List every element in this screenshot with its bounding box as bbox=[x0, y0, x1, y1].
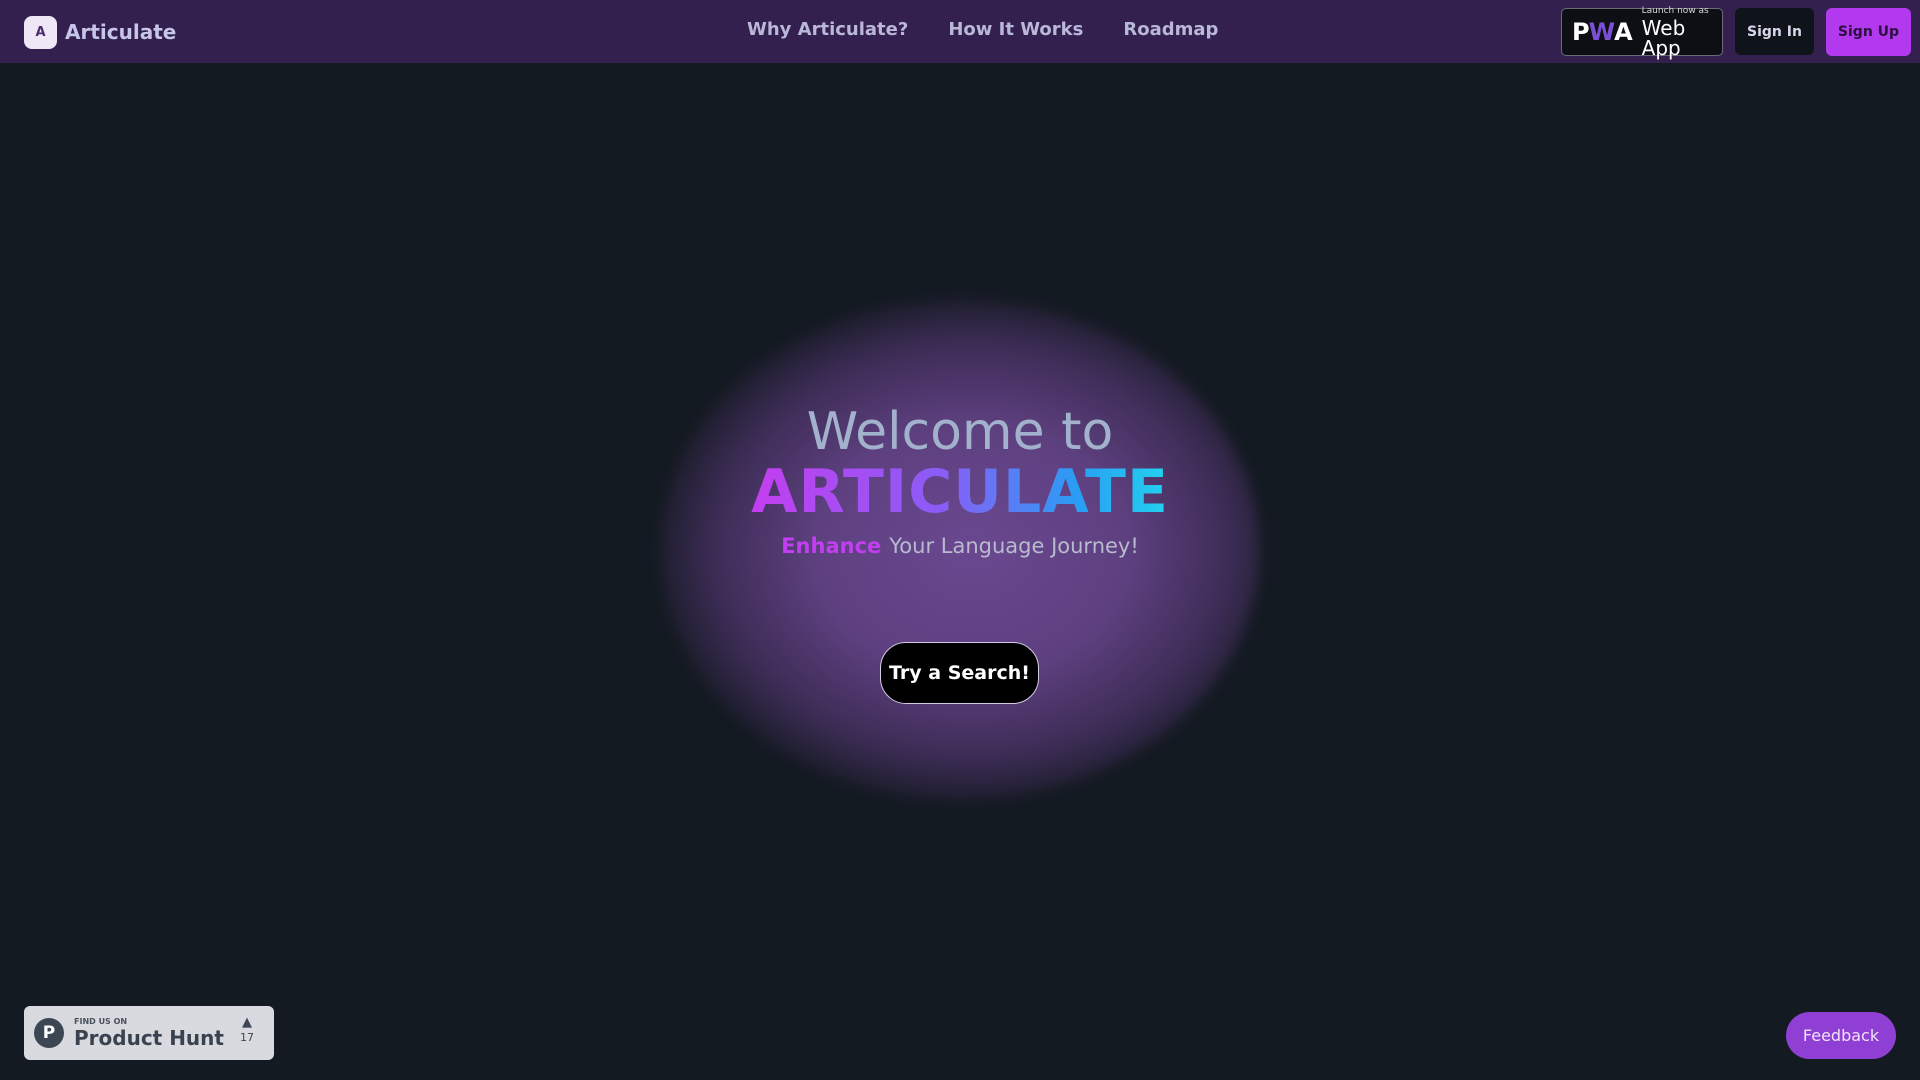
upvote-arrow-icon: ▲ bbox=[242, 1015, 252, 1030]
hero-title-gradient-text: ARTICULATE bbox=[751, 457, 1169, 527]
product-hunt-big-text: Product Hunt bbox=[74, 1026, 224, 1050]
product-hunt-small-text: FIND US ON bbox=[74, 1017, 128, 1026]
pwa-logo-icon: P W A bbox=[1572, 18, 1633, 46]
pwa-small-text: Launch now as bbox=[1641, 5, 1709, 16]
feedback-button[interactable]: Feedback bbox=[1786, 1012, 1896, 1059]
main-nav: Why Articulate? How It Works Roadmap bbox=[747, 19, 1218, 40]
hero-subtitle: Enhance Your Language Journey! bbox=[0, 536, 1920, 557]
product-hunt-badge[interactable]: P FIND US ON Product Hunt ▲ 17 bbox=[24, 1006, 274, 1060]
top-navbar: A Articulate Why Articulate? How It Work… bbox=[0, 0, 1920, 63]
nav-roadmap[interactable]: Roadmap bbox=[1123, 19, 1218, 40]
hero-subtitle-rest: Your Language Journey! bbox=[889, 534, 1139, 558]
product-hunt-votes: ▲ 17 bbox=[240, 1016, 254, 1043]
hero-subtitle-accent: Enhance bbox=[781, 534, 882, 558]
pwa-logo-w: W bbox=[1588, 18, 1616, 46]
upvote-count: 17 bbox=[240, 1031, 254, 1044]
sign-in-button[interactable]: Sign In bbox=[1735, 8, 1814, 55]
pwa-logo-a: A bbox=[1614, 18, 1633, 46]
pwa-launch-badge[interactable]: P W A Launch now as Web App bbox=[1561, 5, 1723, 60]
pwa-big-text: Web App bbox=[1641, 15, 1686, 60]
brand-link[interactable]: A Articulate bbox=[24, 15, 176, 49]
hero-welcome-text: Welcome to bbox=[806, 402, 1114, 462]
sign-up-button[interactable]: Sign Up bbox=[1826, 8, 1911, 56]
nav-why-articulate[interactable]: Why Articulate? bbox=[747, 19, 908, 40]
brand-name: Articulate bbox=[65, 20, 177, 44]
nav-how-it-works[interactable]: How It Works bbox=[948, 19, 1083, 40]
pwa-logo-p: P bbox=[1572, 18, 1590, 46]
product-hunt-icon: P bbox=[34, 1018, 64, 1048]
articulate-logo-icon: A bbox=[24, 15, 57, 49]
hero-title: ARTICULATE bbox=[0, 462, 1920, 522]
try-search-button[interactable]: Try a Search! bbox=[880, 642, 1039, 704]
